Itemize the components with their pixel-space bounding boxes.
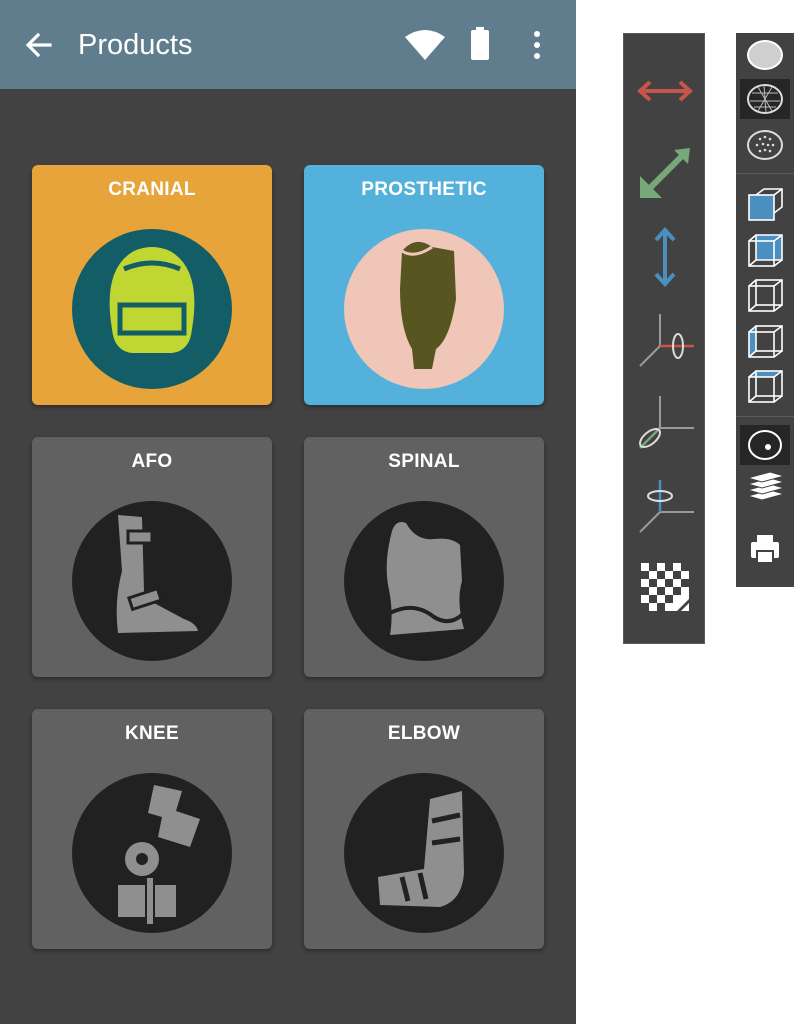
rotate-y-axis-icon	[639, 480, 694, 533]
top-view-tool[interactable]	[740, 231, 790, 271]
texture-tool[interactable]	[632, 554, 698, 620]
card-label: PROSTHETIC	[361, 179, 487, 200]
toolbar-divider	[736, 416, 794, 417]
card-label: ELBOW	[387, 723, 461, 744]
spinal-brace-icon	[344, 501, 504, 661]
cube-right-view-icon	[748, 370, 783, 403]
cube-left-view-icon	[748, 325, 783, 358]
page-title: Products	[78, 29, 193, 61]
cross-section-tool[interactable]	[740, 425, 790, 465]
afo-brace-icon	[72, 501, 232, 661]
side-view-tool[interactable]	[740, 276, 790, 316]
app-bar: Products	[0, 0, 576, 89]
cube-top-view-icon	[748, 234, 783, 267]
product-card-knee[interactable]: KNEE	[32, 709, 272, 949]
diagonal-arrow-icon	[640, 148, 690, 198]
card-label: CRANIAL	[108, 179, 196, 200]
wifi-icon	[405, 30, 445, 60]
back-button[interactable]	[22, 28, 56, 62]
product-card-spinal[interactable]: SPINAL	[304, 437, 544, 677]
cube-side-view-icon	[748, 279, 783, 312]
layers-icon	[746, 471, 786, 501]
product-card-afo[interactable]: AFO	[32, 437, 272, 677]
horizontal-arrow-icon	[637, 80, 693, 102]
rotate-y-tool[interactable]	[632, 474, 698, 540]
scale-x-tool[interactable]	[632, 58, 698, 124]
wireframe-icon	[747, 84, 783, 114]
scale-y-tool[interactable]	[632, 224, 698, 290]
arrow-left-icon	[25, 32, 52, 58]
cross-section-icon	[748, 430, 782, 460]
toolbar-divider	[736, 173, 794, 174]
print-icon	[751, 535, 779, 564]
overflow-menu-button[interactable]	[528, 28, 546, 62]
front-view-tool[interactable]	[740, 185, 790, 225]
wireframe-view-tool[interactable]	[740, 79, 790, 119]
rotate-x-axis-icon	[639, 314, 694, 367]
cube-front-view-icon	[748, 188, 783, 221]
point-cloud-icon	[747, 130, 783, 160]
point-view-tool[interactable]	[740, 125, 790, 165]
more-vert-icon	[534, 31, 540, 59]
card-label: AFO	[131, 451, 173, 472]
transform-toolbar	[623, 33, 705, 644]
rotate-z-tool[interactable]	[632, 390, 698, 456]
prosthetic-leg-icon	[344, 229, 504, 389]
battery-icon	[471, 27, 489, 60]
elbow-brace-icon	[344, 773, 504, 933]
print-tool[interactable]	[740, 529, 790, 569]
shaded-view-tool[interactable]	[740, 35, 790, 75]
checkerboard-icon	[641, 563, 689, 611]
card-label: KNEE	[125, 723, 179, 744]
vertical-arrow-icon	[654, 227, 676, 287]
layers-tool[interactable]	[740, 470, 790, 510]
scale-uniform-tool[interactable]	[632, 140, 698, 206]
shaded-surface-icon	[747, 40, 783, 70]
product-card-cranial[interactable]: CRANIAL	[32, 165, 272, 405]
rotate-z-axis-icon	[639, 396, 694, 449]
card-label: SPINAL	[388, 451, 460, 472]
product-card-prosthetic[interactable]: PROSTHETIC	[304, 165, 544, 405]
right-view-tool[interactable]	[740, 367, 790, 407]
left-view-tool[interactable]	[740, 322, 790, 362]
phone-screen: Products CRANIAL PROSTHETIC AFO SPINAL K…	[0, 0, 576, 1024]
rotate-x-tool[interactable]	[632, 308, 698, 374]
view-toolbar	[736, 33, 794, 587]
cranial-helmet-icon	[72, 229, 232, 389]
knee-brace-icon	[72, 773, 232, 933]
product-card-elbow[interactable]: ELBOW	[304, 709, 544, 949]
